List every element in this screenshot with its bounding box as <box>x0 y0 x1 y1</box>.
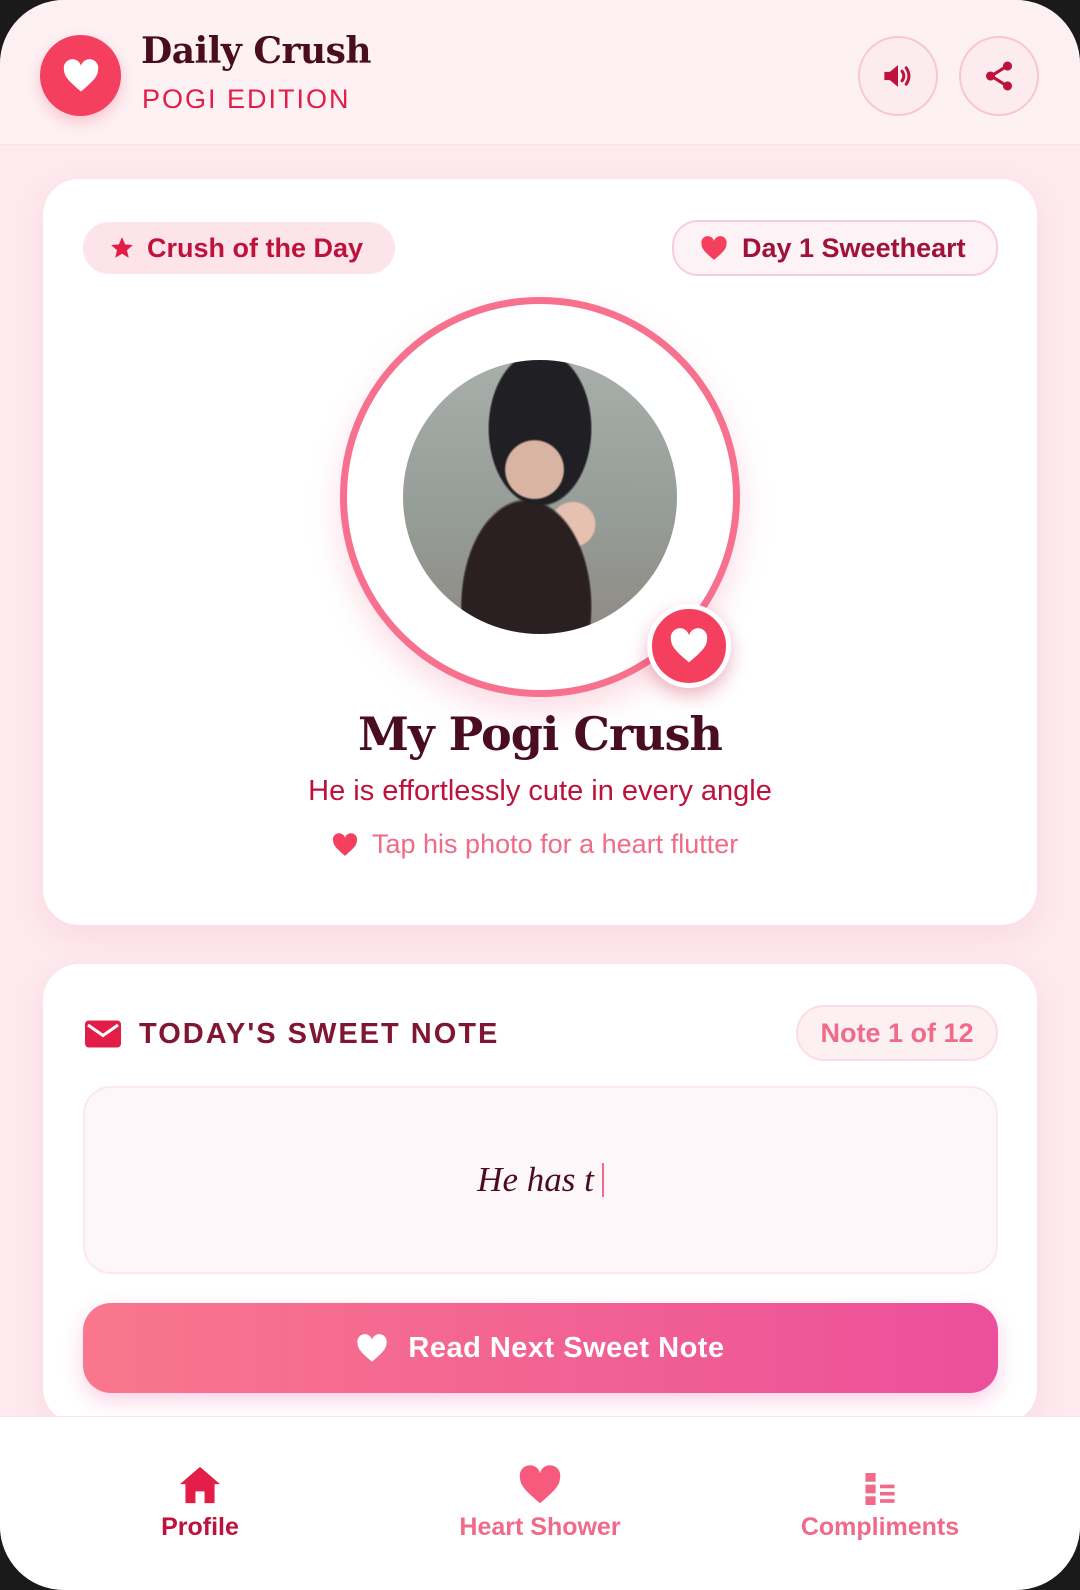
crush-of-the-day-label: Crush of the Day <box>147 232 364 263</box>
logo-badge <box>40 35 121 116</box>
nav-item-heart-shower[interactable]: Heart Shower <box>420 1461 660 1542</box>
tap-hint-text: Tap his photo for a heart flutter <box>372 829 739 859</box>
app-title: Daily Crush <box>141 30 372 72</box>
profile-photo[interactable] <box>403 360 677 634</box>
app-subtitle: POGI EDITION <box>142 84 351 114</box>
app-screen: Daily Crush POGI EDITION Crush of the Da <box>0 0 1080 1590</box>
note-counter: Note 1 of 12 <box>796 1005 998 1061</box>
heart-icon <box>357 1333 388 1362</box>
crush-name: My Pogi Crush <box>358 707 723 761</box>
home-icon <box>180 1466 220 1504</box>
nav-item-profile[interactable]: Profile <box>80 1461 320 1542</box>
app-header: Daily Crush POGI EDITION <box>0 0 1080 145</box>
tap-hint: Tap his photo for a heart flutter <box>332 829 738 860</box>
envelope-icon <box>85 1020 121 1048</box>
heart-icon <box>332 832 358 856</box>
crush-description: He is effortlessly cute in every angle <box>308 775 772 807</box>
heart-flutter-button[interactable] <box>647 604 731 688</box>
share-icon <box>985 61 1013 91</box>
next-note-button[interactable]: Read Next Sweet Note <box>83 1303 998 1393</box>
heart-icon <box>701 235 727 260</box>
heart-icon <box>519 1465 561 1504</box>
nav-compliments-label: Compliments <box>800 1513 960 1541</box>
heart-icon <box>670 628 708 663</box>
bottom-nav: Profile Heart Shower Compliments <box>0 1416 1080 1590</box>
note-text-box: He has t <box>83 1086 998 1274</box>
sweet-note-card: TODAY'S SWEET NOTE Note 1 of 12 He has t… <box>43 964 1037 1424</box>
speaker-icon <box>884 65 911 87</box>
profile-card: Crush of the Day Day 1 Sweetheart My Pog… <box>43 179 1037 925</box>
share-button[interactable] <box>959 36 1039 116</box>
crush-of-the-day-badge: Crush of the Day <box>83 222 395 274</box>
list-icon <box>865 1473 895 1505</box>
heart-icon <box>63 58 98 91</box>
star-icon <box>111 237 133 258</box>
sound-button[interactable] <box>858 36 938 116</box>
nav-item-compliments[interactable]: Compliments <box>760 1461 1000 1542</box>
day-sweetheart-label: Day 1 Sweetheart <box>742 232 966 263</box>
note-text: He has t <box>477 1160 594 1199</box>
next-note-label: Read Next Sweet Note <box>408 1331 725 1364</box>
nav-heart-shower-label: Heart Shower <box>459 1513 621 1541</box>
note-heading: TODAY'S SWEET NOTE <box>139 1018 500 1050</box>
day-sweetheart-badge: Day 1 Sweetheart <box>672 220 998 276</box>
typing-cursor <box>601 1163 604 1197</box>
nav-profile-label: Profile <box>161 1513 239 1541</box>
